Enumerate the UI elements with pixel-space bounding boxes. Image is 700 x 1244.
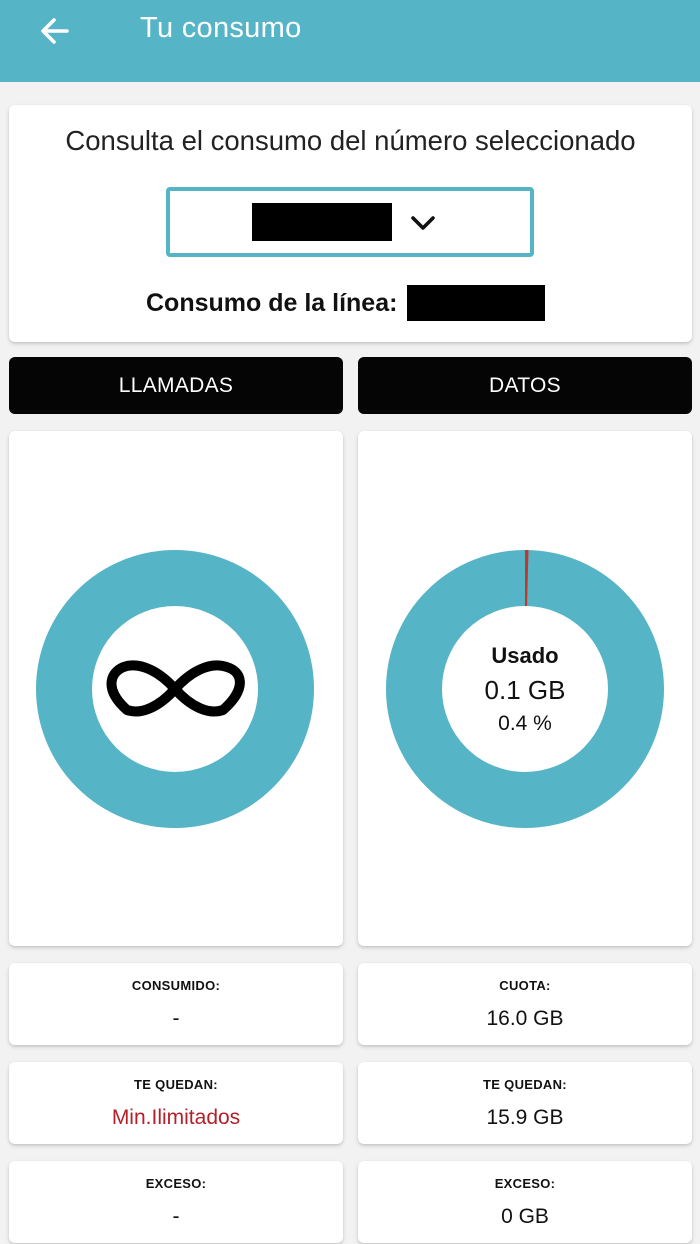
tab-calls[interactable]: LLAMADAS [9, 357, 343, 414]
data-excess-label: EXCESO: [494, 1176, 556, 1191]
number-selector-card: Consulta el consumo del número seleccion… [9, 105, 692, 342]
arrow-left-icon [41, 18, 69, 44]
data-excess-value: 0 GB [501, 1205, 549, 1228]
usage-value: 0.1 GB [484, 675, 566, 705]
calls-remaining-value: Min.Ilimitados [111, 1106, 241, 1129]
tab-data[interactable]: DATOS [358, 357, 692, 414]
usage-percent: 0.4 % [498, 712, 552, 735]
line-info: Consumo de la línea: [146, 285, 546, 321]
data-remaining-label: TE QUEDAN: [483, 1077, 567, 1092]
chevron-down-icon [411, 216, 435, 230]
data-quota-card: CUOTA: 16.0 GB [358, 963, 692, 1045]
calls-excess-value: - [172, 1205, 180, 1228]
calls-remaining-card: TE QUEDAN: Min.Ilimitados [9, 1062, 343, 1144]
selector-prompt: Consulta el consumo del número seleccion… [65, 125, 636, 156]
page-title: Tu consumo [140, 12, 302, 44]
data-quota-value: 16.0 GB [486, 1007, 564, 1030]
calls-consumed-card: CONSUMIDO: - [9, 963, 343, 1045]
data-excess-card: EXCESO: 0 GB [358, 1161, 692, 1243]
line-label: Consumo de la línea: [146, 288, 398, 317]
usage-summary: Usado 0.1 GB 0.4 % [358, 643, 692, 736]
calls-consumed-value: - [172, 1007, 180, 1030]
infinity-icon [106, 660, 245, 717]
calls-excess-label: EXCESO: [145, 1176, 207, 1191]
data-chart-card: Usado 0.1 GB 0.4 % [358, 431, 692, 946]
redacted-phone-number [252, 203, 392, 241]
calls-consumed-label: CONSUMIDO: [131, 978, 221, 993]
back-button[interactable] [30, 6, 80, 56]
data-quota-label: CUOTA: [499, 978, 551, 993]
calls-chart-card [9, 431, 343, 946]
redacted-line-number [407, 285, 546, 321]
calls-remaining-label: TE QUEDAN: [134, 1077, 218, 1092]
calls-donut-chart [36, 550, 314, 828]
usage-label: Usado [491, 643, 559, 668]
number-dropdown[interactable] [166, 187, 534, 257]
data-remaining-value: 15.9 GB [486, 1106, 564, 1129]
calls-excess-card: EXCESO: - [9, 1161, 343, 1243]
app-bar: Tu consumo [0, 0, 700, 82]
data-remaining-card: TE QUEDAN: 15.9 GB [358, 1062, 692, 1144]
